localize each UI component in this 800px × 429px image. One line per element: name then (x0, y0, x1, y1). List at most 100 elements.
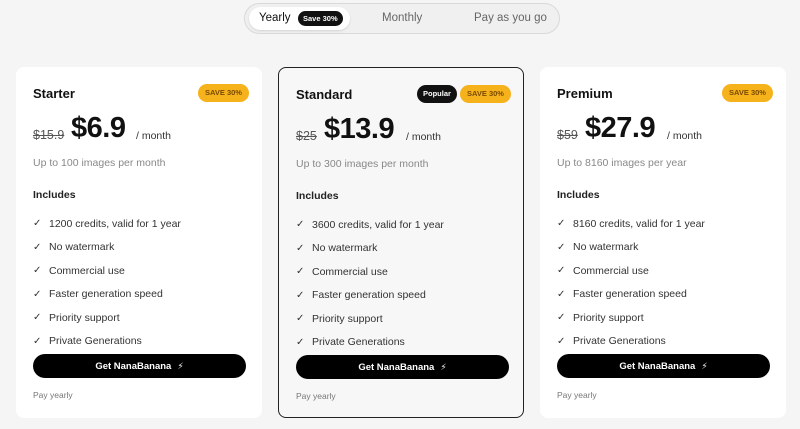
feature-label: Private Generations (573, 335, 666, 348)
check-icon: ✓ (296, 289, 305, 301)
feature-item: ✓ 3600 credits, valid for 1 year (296, 213, 444, 237)
feature-item: ✓ 1200 credits, valid for 1 year (33, 212, 181, 236)
feature-item: ✓ Commercial use (557, 259, 705, 283)
check-icon: ✓ (296, 336, 305, 348)
billing-note: Pay yearly (557, 390, 597, 400)
image-limit: Up to 300 images per month (296, 158, 429, 170)
feature-item: ✓ Commercial use (33, 259, 181, 283)
billing-note: Pay yearly (296, 391, 336, 401)
feature-item: ✓ Private Generations (296, 331, 444, 355)
lightning-icon: ⚡ (440, 361, 447, 372)
price: $6.9 (71, 112, 126, 144)
plan-card-starter: Starter SAVE 30% $15.9 $6.9 / month Up t… (16, 67, 262, 418)
feature-label: No watermark (49, 241, 115, 254)
feature-item: ✓ Faster generation speed (296, 284, 444, 308)
feature-label: 1200 credits, valid for 1 year (49, 217, 181, 230)
feature-list: ✓ 3600 credits, valid for 1 year ✓ No wate… (296, 213, 444, 354)
check-icon: ✓ (33, 218, 42, 230)
feature-label: Faster generation speed (49, 288, 163, 301)
save-badge: SAVE 30% (460, 85, 511, 103)
tab-monthly[interactable]: Monthly (382, 7, 422, 30)
plan-name: Standard (296, 87, 353, 102)
plan-card-premium: Premium SAVE 30% $59 $27.9 / month Up to… (540, 67, 786, 418)
feature-item: ✓ 8160 credits, valid for 1 year (557, 212, 705, 236)
includes-heading: Includes (33, 189, 76, 201)
popular-badge: Popular (417, 85, 457, 103)
feature-label: Faster generation speed (312, 289, 426, 302)
lightning-icon: ⚡ (177, 360, 184, 371)
get-nanabanana-button[interactable]: Get NanaBanana ⚡ (557, 354, 770, 378)
feature-label: 8160 credits, valid for 1 year (573, 217, 705, 230)
feature-label: Commercial use (573, 264, 649, 277)
feature-list: ✓ 8160 credits, valid for 1 year ✓ No wate… (557, 212, 705, 353)
feature-list: ✓ 1200 credits, valid for 1 year ✓ No wate… (33, 212, 181, 353)
feature-item: ✓ Faster generation speed (557, 283, 705, 307)
check-icon: ✓ (296, 266, 305, 278)
price-period: / month (667, 130, 703, 142)
image-limit: Up to 8160 images per year (557, 157, 687, 169)
feature-item: ✓ Private Generations (557, 330, 705, 354)
feature-label: Private Generations (49, 335, 142, 348)
feature-label: 3600 credits, valid for 1 year (312, 218, 444, 231)
feature-item: ✓ Private Generations (33, 330, 181, 354)
price: $13.9 (324, 113, 395, 145)
feature-label: No watermark (312, 242, 378, 255)
price-period: / month (136, 130, 172, 142)
lightning-icon: ⚡ (701, 360, 708, 371)
check-icon: ✓ (33, 241, 42, 253)
plan-name: Starter (33, 86, 75, 101)
check-icon: ✓ (557, 335, 566, 347)
feature-label: Priority support (573, 311, 644, 324)
cta-label: Get NanaBanana (358, 361, 435, 373)
feature-label: Priority support (49, 311, 120, 324)
feature-item: ✓ No watermark (296, 237, 444, 261)
save-badge: SAVE 30% (722, 84, 773, 102)
get-nanabanana-button[interactable]: Get NanaBanana ⚡ (33, 354, 246, 378)
feature-item: ✓ Priority support (296, 307, 444, 331)
check-icon: ✓ (296, 242, 305, 254)
billing-period-toggle: Yearly Save 30% Monthly Pay as you go (244, 3, 560, 34)
feature-item: ✓ Commercial use (296, 260, 444, 284)
old-price: $59 (557, 128, 578, 142)
plan-name: Premium (557, 86, 613, 101)
feature-label: Faster generation speed (573, 288, 687, 301)
old-price: $15.9 (33, 128, 65, 142)
feature-label: Commercial use (312, 265, 388, 278)
get-nanabanana-button[interactable]: Get NanaBanana ⚡ (296, 355, 509, 379)
feature-label: Commercial use (49, 264, 125, 277)
check-icon: ✓ (557, 218, 566, 230)
billing-note: Pay yearly (33, 390, 73, 400)
feature-item: ✓ No watermark (33, 236, 181, 260)
feature-label: No watermark (573, 241, 639, 254)
image-limit: Up to 100 images per month (33, 157, 166, 169)
feature-item: ✓ Priority support (33, 306, 181, 330)
cta-label: Get NanaBanana (619, 360, 696, 372)
check-icon: ✓ (296, 219, 305, 231)
check-icon: ✓ (33, 312, 42, 324)
price: $27.9 (585, 112, 656, 144)
tab-pay-as-you-go[interactable]: Pay as you go (474, 7, 547, 30)
check-icon: ✓ (557, 288, 566, 300)
cta-label: Get NanaBanana (95, 360, 172, 372)
check-icon: ✓ (557, 265, 566, 277)
price-period: / month (406, 131, 442, 143)
includes-heading: Includes (296, 190, 339, 202)
feature-item: ✓ No watermark (557, 236, 705, 260)
feature-item: ✓ Faster generation speed (33, 283, 181, 307)
feature-label: Priority support (312, 312, 383, 325)
feature-item: ✓ Priority support (557, 306, 705, 330)
includes-heading: Includes (557, 189, 600, 201)
plan-card-standard: Standard Popular SAVE 30% $25 $13.9 / mo… (278, 67, 524, 418)
tab-yearly[interactable]: Yearly Save 30% (249, 7, 350, 30)
feature-label: Private Generations (312, 336, 405, 349)
check-icon: ✓ (33, 335, 42, 347)
tab-yearly-label: Yearly (259, 12, 291, 24)
save-badge: SAVE 30% (198, 84, 249, 102)
check-icon: ✓ (296, 313, 305, 325)
check-icon: ✓ (557, 241, 566, 253)
check-icon: ✓ (33, 265, 42, 277)
old-price: $25 (296, 129, 317, 143)
check-icon: ✓ (33, 288, 42, 300)
check-icon: ✓ (557, 312, 566, 324)
save-badge: Save 30% (298, 11, 343, 26)
